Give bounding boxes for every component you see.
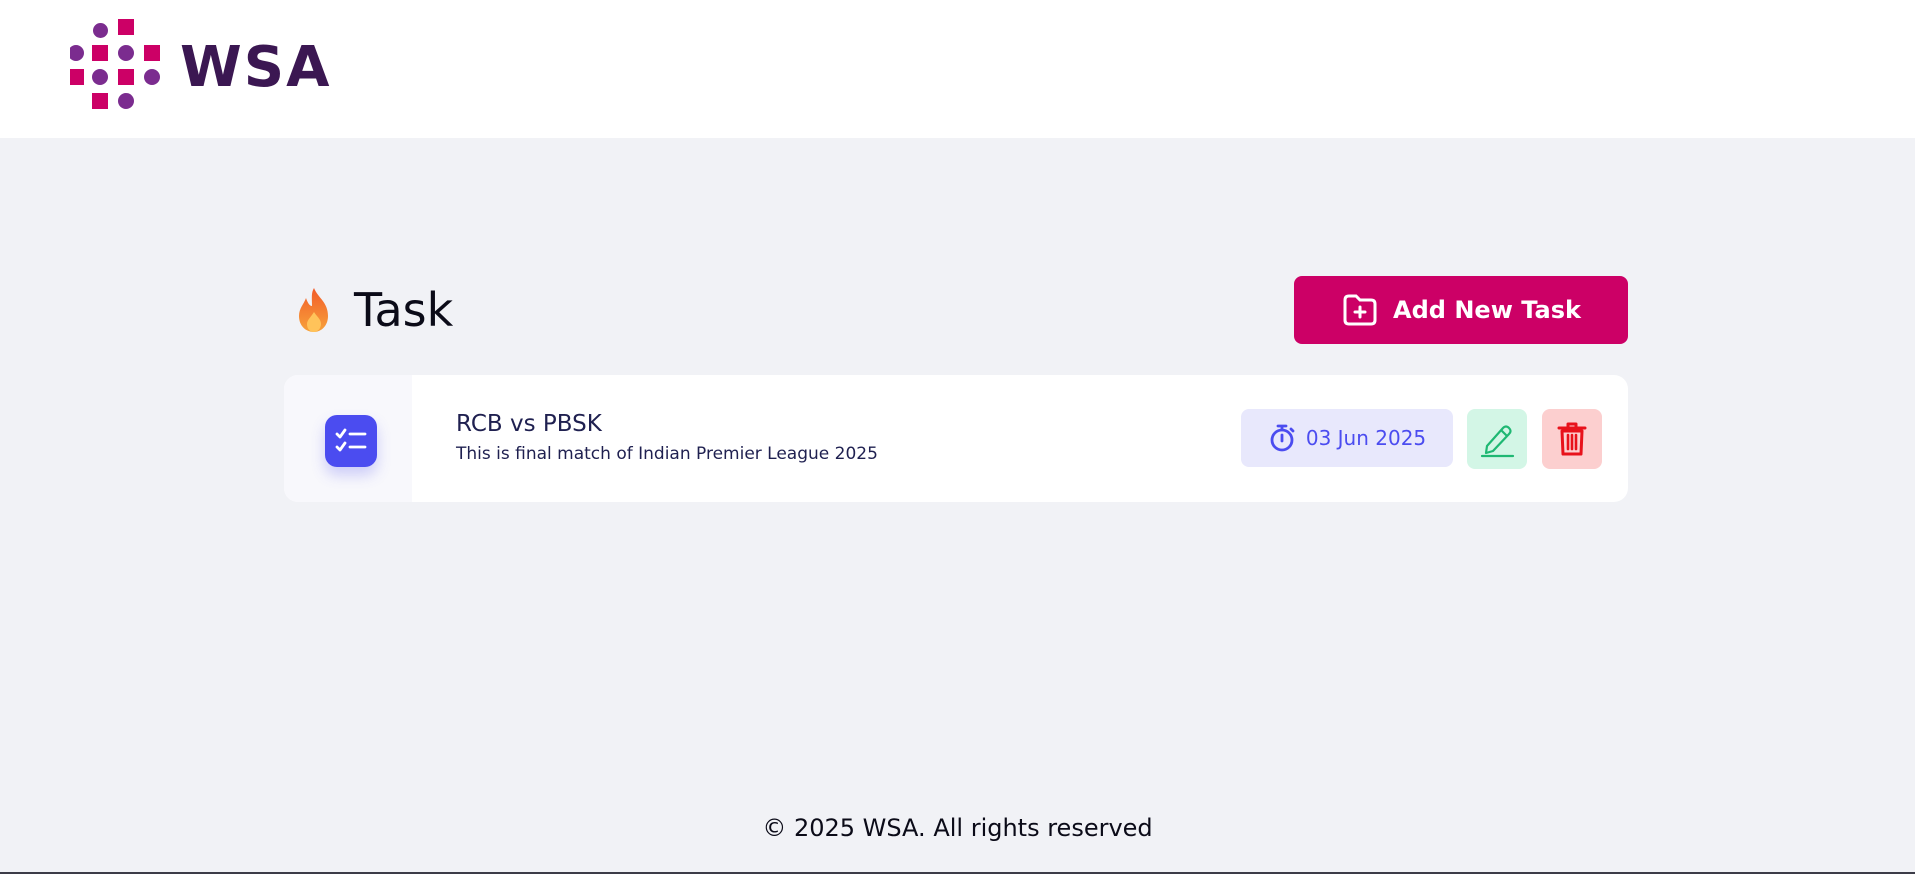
task-card[interactable]: RCB vs PBSK This is final match of India… (284, 375, 1628, 502)
brand-logo[interactable]: WSA (70, 19, 331, 117)
task-card-sidebar (284, 375, 412, 502)
edit-task-button[interactable] (1467, 409, 1527, 469)
add-new-task-button[interactable]: Add New Task (1294, 276, 1628, 344)
pencil-icon (1480, 425, 1515, 458)
task-title: RCB vs PBSK (456, 411, 602, 437)
task-date-badge: 03 Jun 2025 (1241, 409, 1453, 467)
add-new-task-label: Add New Task (1393, 296, 1581, 324)
fire-icon (299, 288, 328, 332)
checklist-icon (325, 415, 377, 467)
trash-icon (1557, 422, 1587, 456)
task-section-header: Task Add New Task (284, 276, 1628, 344)
app-header: WSA (0, 0, 1915, 138)
task-description: This is final match of Indian Premier Le… (456, 444, 878, 464)
title-wrap: Task (294, 276, 453, 344)
task-date: 03 Jun 2025 (1305, 426, 1427, 450)
page-title: Task (354, 283, 454, 337)
logo-text: WSA (180, 35, 332, 100)
footer-copyright: © 2025 WSA. All rights reserved (762, 814, 1153, 842)
folder-plus-icon (1343, 294, 1377, 326)
stopwatch-icon (1270, 424, 1295, 452)
delete-task-button[interactable] (1542, 409, 1602, 469)
logo-dots-icon (70, 19, 160, 109)
